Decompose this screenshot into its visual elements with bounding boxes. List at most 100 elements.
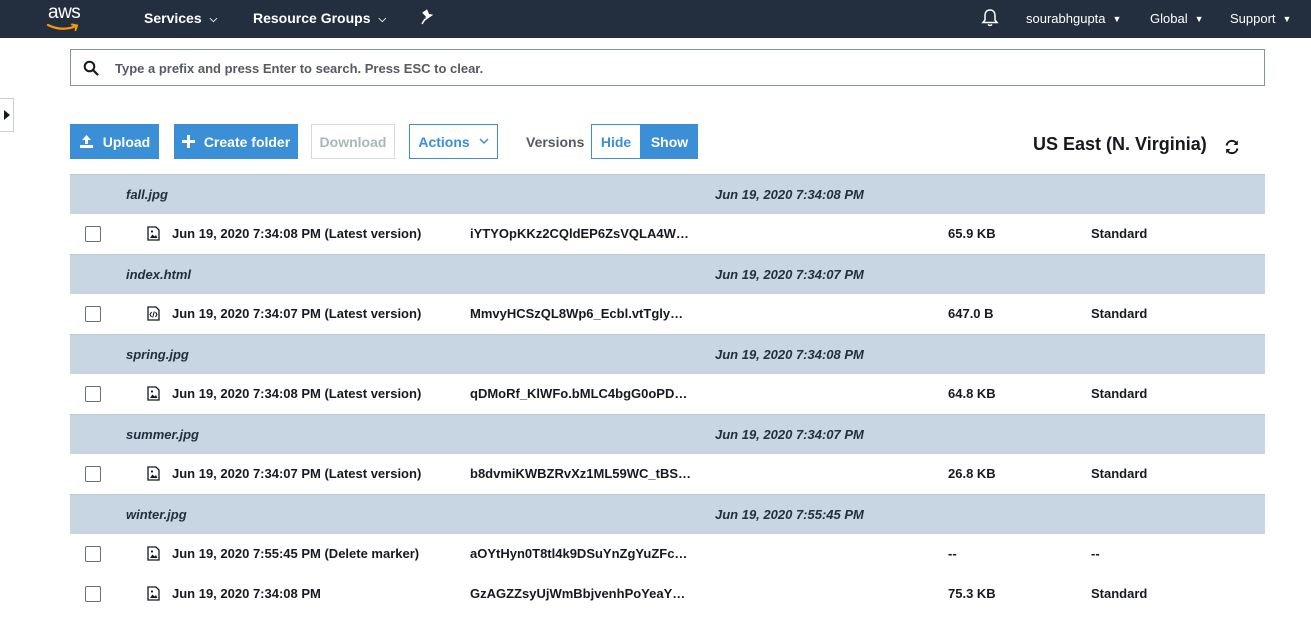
version-size: --	[948, 546, 957, 561]
version-checkbox[interactable]	[85, 546, 101, 562]
object-last-modified: Jun 19, 2020 7:55:45 PM	[715, 507, 864, 522]
object-last-modified: Jun 19, 2020 7:34:08 PM	[715, 187, 864, 202]
aws-logo-text: aws	[48, 2, 81, 23]
versions-show-toggle[interactable]: Show	[641, 124, 698, 159]
search-box	[70, 49, 1265, 86]
version-id: qDMoRf_KlWFo.bMLC4bgG0oPD…	[470, 386, 688, 401]
version-row: Jun 19, 2020 7:34:08 PM (Latest version)…	[70, 214, 1265, 254]
version-date[interactable]: Jun 19, 2020 7:34:08 PM (Latest version)	[172, 386, 421, 401]
refresh-icon[interactable]	[1223, 138, 1241, 156]
download-button[interactable]: Download	[311, 124, 395, 159]
actions-dropdown[interactable]: Actions	[409, 124, 498, 159]
object-last-modified: Jun 19, 2020 7:34:07 PM	[715, 267, 864, 282]
bell-icon[interactable]	[980, 8, 1000, 28]
resource-groups-menu-label: Resource Groups	[253, 10, 371, 26]
version-date[interactable]: Jun 19, 2020 7:34:07 PM (Latest version)	[172, 466, 421, 481]
object-group-row[interactable]: spring.jpg Jun 19, 2020 7:34:08 PM	[70, 334, 1265, 374]
resource-groups-menu[interactable]: Resource Groups ⌵	[253, 10, 386, 26]
version-storage-class: Standard	[1091, 586, 1148, 601]
version-storage-class: Standard	[1091, 226, 1148, 241]
object-last-modified: Jun 19, 2020 7:34:07 PM	[715, 427, 864, 442]
version-row: Jun 19, 2020 7:34:08 PM GzAGZZsyUjWmBbjve…	[70, 574, 1265, 614]
object-group-row[interactable]: fall.jpg Jun 19, 2020 7:34:08 PM	[70, 174, 1265, 214]
version-row: Jun 19, 2020 7:34:07 PM (Latest version)…	[70, 454, 1265, 494]
version-date[interactable]: Jun 19, 2020 7:34:08 PM (Latest version)	[172, 226, 421, 241]
plus-icon	[181, 135, 195, 148]
support-menu[interactable]: Support ▼	[1230, 11, 1291, 26]
version-row: Jun 19, 2020 7:55:45 PM (Delete marker) a…	[70, 534, 1265, 574]
versions-hide-label: Hide	[600, 133, 632, 150]
upload-button[interactable]: Upload	[70, 124, 159, 159]
aws-logo[interactable]: aws	[46, 2, 92, 33]
version-checkbox[interactable]	[85, 586, 101, 602]
version-size: 647.0 B	[948, 306, 994, 321]
object-name[interactable]: winter.jpg	[126, 507, 187, 522]
version-id: GzAGZZsyUjWmBbjvenhPoYeaY…	[470, 586, 686, 601]
versions-hide-toggle[interactable]: Hide	[591, 124, 641, 159]
version-storage-class: Standard	[1091, 386, 1148, 401]
version-checkbox[interactable]	[85, 306, 101, 322]
side-panel-toggle[interactable]	[0, 98, 14, 132]
version-id: b8dvmiKWBZRvXz1ML59WC_tBS…	[470, 466, 692, 481]
global-region-menu[interactable]: Global ▼	[1150, 11, 1204, 26]
version-size: 64.8 KB	[948, 386, 996, 401]
user-menu[interactable]: sourabhgupta ▼	[1026, 11, 1121, 26]
version-id: aOYtHyn0T8tl4k9DSuYnZgYuZFc…	[470, 546, 688, 561]
image-file-icon	[147, 226, 160, 241]
caret-right-icon	[4, 110, 10, 120]
version-storage-class: Standard	[1091, 306, 1148, 321]
image-file-icon	[147, 386, 160, 401]
object-last-modified: Jun 19, 2020 7:34:08 PM	[715, 347, 864, 362]
prefix-search-input[interactable]	[115, 58, 1215, 78]
services-menu[interactable]: Services ⌵	[144, 10, 217, 26]
object-name[interactable]: fall.jpg	[126, 187, 168, 202]
upload-button-label: Upload	[102, 133, 151, 150]
version-size: 26.8 KB	[948, 466, 996, 481]
pin-icon[interactable]	[421, 9, 435, 27]
version-date[interactable]: Jun 19, 2020 7:55:45 PM (Delete marker)	[172, 546, 419, 561]
image-file-icon	[147, 546, 160, 561]
object-name[interactable]: index.html	[126, 267, 191, 282]
object-group-row[interactable]: index.html Jun 19, 2020 7:34:07 PM	[70, 254, 1265, 294]
object-group-row[interactable]: summer.jpg Jun 19, 2020 7:34:07 PM	[70, 414, 1265, 454]
download-button-label: Download	[319, 133, 387, 150]
version-checkbox[interactable]	[85, 226, 101, 242]
search-icon	[83, 60, 99, 76]
create-folder-button-label: Create folder	[203, 133, 291, 150]
version-checkbox[interactable]	[85, 386, 101, 402]
version-id: iYTYOpKKz2CQldEP6ZsVQLA4W…	[470, 226, 689, 241]
object-name[interactable]: spring.jpg	[126, 347, 189, 362]
chevron-down-icon	[479, 138, 489, 145]
actions-dropdown-label: Actions	[418, 133, 470, 150]
code-file-icon	[147, 306, 160, 321]
support-menu-label: Support	[1230, 11, 1276, 26]
create-folder-button[interactable]: Create folder	[174, 124, 298, 159]
version-row: Jun 19, 2020 7:34:08 PM (Latest version)…	[70, 374, 1265, 414]
version-size: 75.3 KB	[948, 586, 996, 601]
object-versions-table: fall.jpg Jun 19, 2020 7:34:08 PM Jun 19, 2…	[70, 174, 1265, 614]
version-storage-class: Standard	[1091, 466, 1148, 481]
image-file-icon	[147, 586, 160, 601]
versions-label: Versions	[526, 134, 585, 150]
version-row: Jun 19, 2020 7:34:07 PM (Latest version)…	[70, 294, 1265, 334]
chevron-down-icon: ▼	[1194, 14, 1204, 24]
object-group-row[interactable]: winter.jpg Jun 19, 2020 7:55:45 PM	[70, 494, 1265, 534]
image-file-icon	[147, 466, 160, 481]
version-size: 65.9 KB	[948, 226, 996, 241]
chevron-down-icon: ▼	[1282, 14, 1292, 24]
services-menu-label: Services	[144, 10, 202, 26]
object-name[interactable]: summer.jpg	[126, 427, 199, 442]
chevron-down-icon: ▼	[1112, 14, 1122, 24]
chevron-down-icon: ⌵	[378, 14, 387, 25]
upload-icon	[79, 135, 93, 148]
version-checkbox[interactable]	[85, 466, 101, 482]
top-nav-bar: aws Services ⌵ Resource Groups ⌵ sourabhgu…	[0, 0, 1311, 38]
aws-smile-icon	[46, 23, 79, 31]
version-storage-class: --	[1091, 546, 1100, 561]
global-region-menu-label: Global	[1150, 11, 1188, 26]
user-menu-label: sourabhgupta	[1026, 11, 1106, 26]
version-date[interactable]: Jun 19, 2020 7:34:07 PM (Latest version)	[172, 306, 421, 321]
version-id: MmvyHCSzQL8Wp6_Ecbl.vtTgly…	[470, 306, 684, 321]
version-date[interactable]: Jun 19, 2020 7:34:08 PM	[172, 586, 321, 601]
region-label: US East (N. Virginia)	[1033, 134, 1207, 154]
